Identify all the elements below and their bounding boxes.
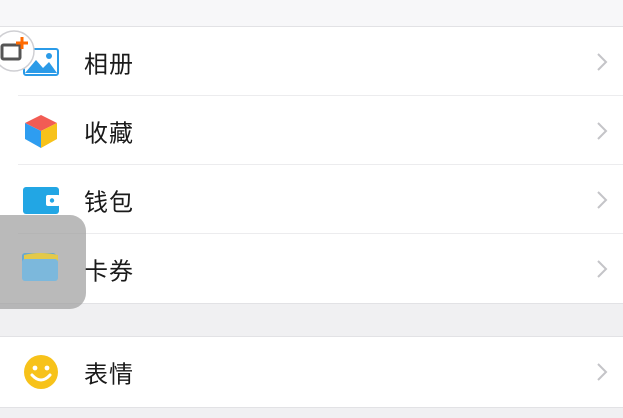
chevron-right-icon [597, 259, 608, 278]
favorites-cube-icon [25, 114, 57, 148]
card-coupon-icon [22, 253, 58, 281]
menu-item-wallet[interactable]: 钱包 [0, 165, 623, 234]
menu-group-secondary: 表情 [0, 336, 623, 408]
chevron-right-icon [597, 190, 608, 209]
chevron-right-icon [597, 52, 608, 71]
menu-item-label: 相册 [84, 50, 134, 78]
menu-item-album[interactable]: 相册 [0, 27, 623, 96]
chevron-right-icon [597, 362, 608, 381]
menu-item-label: 表情 [84, 360, 134, 388]
floating-ball-card[interactable] [0, 215, 86, 309]
chevron-right-icon [597, 121, 608, 140]
smiley-icon [24, 354, 58, 389]
menu-item-label: 钱包 [84, 188, 134, 216]
top-spacer [0, 0, 623, 26]
wallet-icon [23, 186, 60, 214]
menu-item-card-coupon[interactable]: 卡券 [0, 234, 623, 303]
menu-item-favorites[interactable]: 收藏 [0, 96, 623, 165]
menu-item-label: 收藏 [84, 119, 134, 147]
menu-item-label: 卡券 [84, 257, 134, 285]
menu-item-stickers[interactable]: 表情 [0, 337, 623, 406]
menu-group-main: 相册 收藏 钱包 卡券 [0, 26, 623, 304]
floating-window-add-icon[interactable] [0, 29, 36, 73]
